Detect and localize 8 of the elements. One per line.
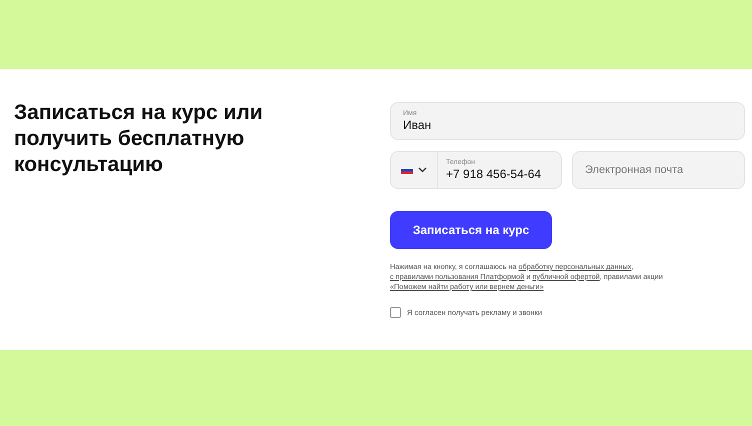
form-heading: Записаться на курс или получить бесплатную консультацию xyxy=(14,100,264,178)
phone-value[interactable]: +7 918 456-54-64 xyxy=(446,167,542,182)
flag-icon xyxy=(401,166,413,174)
submit-button[interactable]: Записаться на курс xyxy=(390,211,552,249)
email-field[interactable]: Электронная почта xyxy=(572,151,745,189)
name-value[interactable]: Иван xyxy=(403,118,432,133)
chevron-down-icon[interactable] xyxy=(418,167,427,173)
checkbox[interactable] xyxy=(390,307,401,318)
